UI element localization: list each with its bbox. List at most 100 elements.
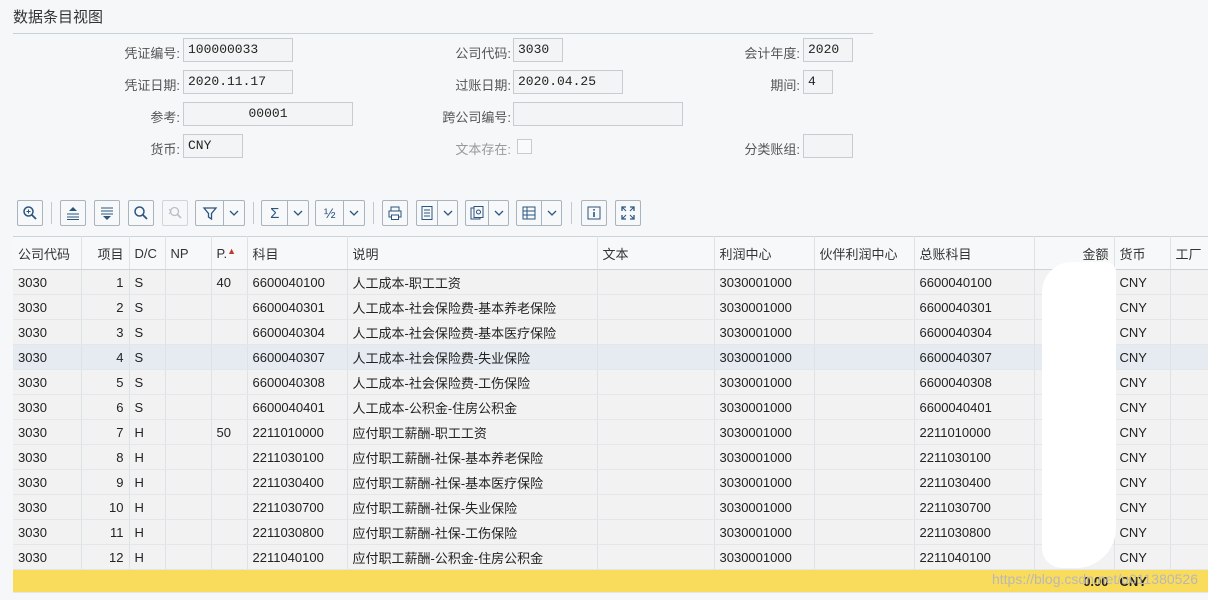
- table-row[interactable]: 3030 12 H 2211040100 应付职工薪酬-公积金-住房公积金 3030001…: [13, 544, 1208, 570]
- company-code-label: 公司代码:: [455, 46, 511, 61]
- column-header[interactable]: D/C: [129, 236, 166, 270]
- table-header-row: 公司代码 项目 D/C NP P.▲ 科目 说明 文本 利润中心 伙伴利润中心 总账科目 金额 货币 工厂: [13, 236, 1208, 270]
- table-row[interactable]: 3030 4 S 6600040307 人工成本-社会保险费-失业保险 303000100…: [13, 344, 1208, 370]
- column-header[interactable]: 货币: [1114, 236, 1171, 270]
- table-row[interactable]: 3030 7 H 50 2211010000 应付职工薪酬-职工工资 3030001000 2…: [13, 419, 1208, 445]
- table-row[interactable]: 3030 11 H 2211030800 应付职工薪酬-社保-工伤保险 303000100…: [13, 519, 1208, 545]
- table-cell: [211, 319, 248, 345]
- table-cell: 3030001000: [714, 419, 815, 445]
- table-row[interactable]: 3030 9 H 2211030400 应付职工薪酬-社保-基本医疗保险 30300010…: [13, 469, 1208, 495]
- column-header[interactable]: 总账科目: [914, 236, 1035, 270]
- table-cell: 6600040301: [247, 294, 348, 320]
- table-cell: [165, 394, 212, 420]
- table-cell: [597, 319, 715, 345]
- column-header[interactable]: 工厂: [1170, 236, 1208, 270]
- column-header[interactable]: 公司代码: [13, 236, 82, 270]
- table-cell: 3030001000: [714, 494, 815, 520]
- table-cell: [1170, 469, 1208, 495]
- column-header[interactable]: 文本: [597, 236, 715, 270]
- layout-button[interactable]: [516, 200, 562, 226]
- table-row[interactable]: 3030 10 H 2211030700 应付职工薪酬-社保-失业保险 303000100…: [13, 494, 1208, 520]
- subtotal-button[interactable]: ½: [315, 200, 365, 226]
- total-button[interactable]: Σ: [261, 200, 309, 226]
- table-cell: 3030001000: [714, 344, 815, 370]
- table-cell: [211, 444, 248, 470]
- export-button[interactable]: [416, 200, 458, 226]
- column-header[interactable]: 项目: [81, 236, 130, 270]
- table-cell: [165, 369, 212, 395]
- fiscal-year-field[interactable]: 2020: [803, 38, 853, 62]
- reference-field[interactable]: 00001: [183, 102, 353, 126]
- chevron-down-icon: [541, 201, 561, 225]
- table-row[interactable]: 3030 1 S 40 6600040100 人工成本-职工工资 3030001000 660…: [13, 269, 1208, 295]
- doc-date-field[interactable]: 2020.11.17: [183, 70, 293, 94]
- period-field[interactable]: 4: [803, 70, 833, 94]
- total-cell: [81, 569, 130, 593]
- filter-button[interactable]: [195, 200, 245, 226]
- table-cell: 3030: [13, 519, 82, 545]
- column-header[interactable]: P.▲: [211, 236, 248, 270]
- column-header[interactable]: 利润中心: [714, 236, 815, 270]
- table-cell: 3030: [13, 294, 82, 320]
- fullscreen-button[interactable]: [615, 200, 641, 226]
- table-row[interactable]: 3030 5 S 6600040308 人工成本-社会保险费-工伤保险 303000100…: [13, 369, 1208, 395]
- posting-date-field[interactable]: 2020.04.25: [513, 70, 623, 94]
- table-cell: 3030: [13, 469, 82, 495]
- table-cell: S: [129, 294, 166, 320]
- table-cell: 人工成本-公积金-住房公积金: [347, 394, 598, 420]
- toolbar-separator: [571, 202, 572, 224]
- company-code-field[interactable]: 3030: [513, 38, 563, 62]
- find-button[interactable]: [128, 200, 154, 226]
- column-header[interactable]: NP: [165, 236, 212, 270]
- table-cell: CNY: [1114, 494, 1171, 520]
- table-cell: [211, 369, 248, 395]
- table-row[interactable]: 3030 6 S 6600040401 人工成本-公积金-住房公积金 3030001000…: [13, 394, 1208, 420]
- table-cell: CNY: [1114, 369, 1171, 395]
- find-next-button[interactable]: [162, 200, 188, 226]
- fiscal-year-label: 会计年度:: [744, 46, 800, 61]
- toolbar-separator: [373, 202, 374, 224]
- print-icon: [388, 206, 402, 220]
- views-button[interactable]: [465, 200, 509, 226]
- table-cell: CNY: [1114, 269, 1171, 295]
- line-items-table: 公司代码 项目 D/C NP P.▲ 科目 说明 文本 利润中心 伙伴利润中心 总账科目 金额 货币 工厂…: [13, 236, 1208, 593]
- table-cell: [165, 344, 212, 370]
- cross-company-field[interactable]: [513, 102, 683, 126]
- table-cell: 3030001000: [714, 319, 815, 345]
- table-cell: [165, 494, 212, 520]
- table-row[interactable]: 3030 8 H 2211030100 应付职工薪酬-社保-基本养老保险 30300010…: [13, 444, 1208, 470]
- table-cell: [814, 394, 915, 420]
- info-button[interactable]: [581, 200, 607, 226]
- posting-date-label: 过账日期:: [455, 78, 511, 93]
- table-cell: [814, 319, 915, 345]
- table-row[interactable]: 3030 2 S 6600040301 人工成本-社会保险费-基本养老保险 3030001…: [13, 294, 1208, 320]
- table-cell: [1170, 319, 1208, 345]
- text-exists-checkbox[interactable]: [517, 139, 532, 154]
- table-cell: [814, 369, 915, 395]
- table-cell: [597, 394, 715, 420]
- total-cell: [247, 569, 348, 593]
- column-header[interactable]: 伙伴利润中心: [814, 236, 915, 270]
- table-cell: 1: [81, 269, 130, 295]
- table-cell: 6600040304: [914, 319, 1035, 345]
- table-row[interactable]: 3030 3 S 6600040304 人工成本-社会保险费-基本医疗保险 3030001…: [13, 319, 1208, 345]
- table-cell: [211, 494, 248, 520]
- sort-ascending-button[interactable]: [60, 200, 86, 226]
- table-cell: 2211030400: [914, 469, 1035, 495]
- column-header[interactable]: 科目: [247, 236, 348, 270]
- table-cell: 应付职工薪酬-职工工资: [347, 419, 598, 445]
- ledger-group-field[interactable]: [803, 134, 853, 158]
- zoom-in-button[interactable]: [17, 200, 43, 226]
- doc-no-field[interactable]: 100000033: [183, 38, 293, 62]
- print-button[interactable]: [382, 200, 408, 226]
- column-header[interactable]: 说明: [347, 236, 598, 270]
- info-icon: [587, 206, 601, 220]
- watermark: https://blog.csdn.net/u011380526: [991, 571, 1198, 587]
- currency-field[interactable]: CNY: [183, 134, 243, 158]
- subtotal-icon: ½: [323, 205, 336, 221]
- total-cell: [714, 569, 815, 593]
- table-cell: 3030: [13, 444, 82, 470]
- total-cell: [165, 569, 212, 593]
- sort-descending-button[interactable]: [94, 200, 120, 226]
- table-cell: S: [129, 369, 166, 395]
